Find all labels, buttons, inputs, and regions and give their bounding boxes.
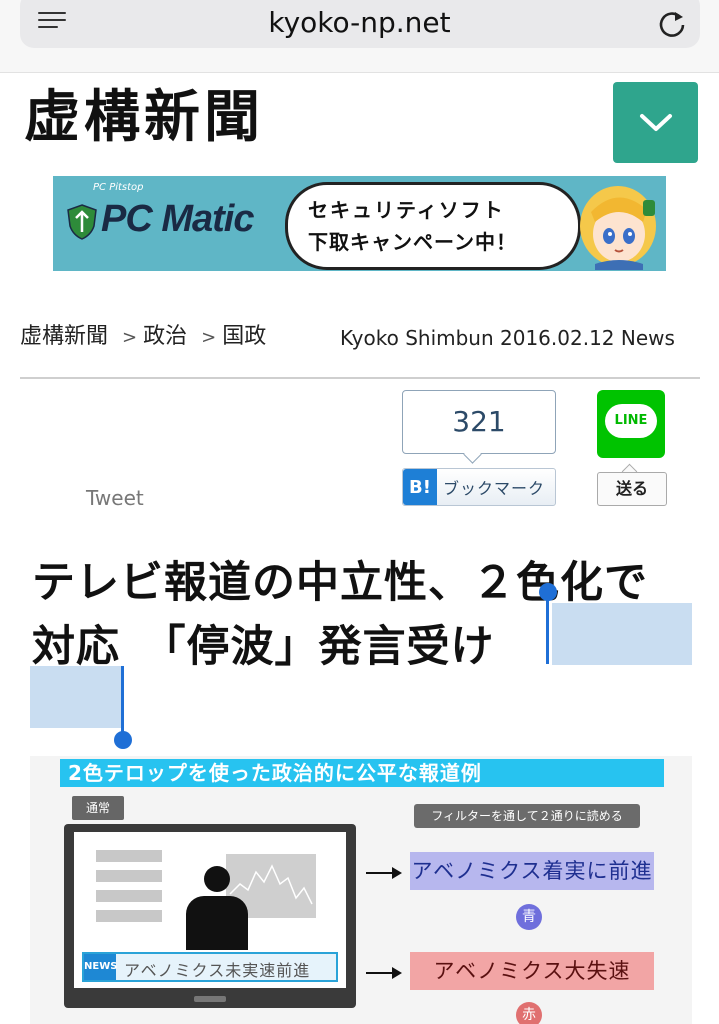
menu-toggle-button[interactable] — [613, 82, 698, 163]
text-selection-highlight — [552, 603, 692, 665]
tv-placeholder-line — [96, 850, 162, 862]
blue-reading: アベノミクス着実に前進 — [410, 852, 654, 890]
banner-line-1: セキュリティソフト — [308, 198, 505, 222]
selection-end-handle[interactable] — [121, 666, 124, 736]
tv-stand — [194, 996, 226, 1002]
banner-brand: PC Matic — [101, 198, 254, 240]
figure-normal-tag: 通常 — [72, 796, 124, 820]
banner-ad[interactable]: PC Pitstop PC Matic セキュリティソフト 下取キャンペーン中！ — [53, 176, 666, 271]
red-chip: 赤 — [516, 1002, 542, 1024]
hatena-b-icon: B! — [403, 469, 437, 505]
reload-icon[interactable] — [656, 8, 688, 40]
selection-start-handle[interactable] — [546, 594, 549, 664]
breadcrumb: 虚構新聞 > 政治 > 国政 — [20, 318, 266, 350]
figure-filter-note: フィルターを通して２通りに読める — [414, 804, 640, 828]
line-icon[interactable]: LINE — [597, 390, 665, 458]
shield-icon — [67, 204, 97, 240]
banner-line-2: 下取キャンペーン中！ — [308, 230, 517, 254]
article-headline-line-2: 対応 「停波」発言受け — [32, 622, 495, 672]
line-logo-text: LINE — [605, 404, 657, 438]
breadcrumb-national[interactable]: 国政 — [222, 324, 266, 349]
breadcrumb-separator: > — [201, 327, 217, 348]
tv-placeholder-line — [96, 890, 162, 902]
breadcrumb-separator: > — [122, 327, 138, 348]
figure-title: 2色テロップを使った政治的に公平な報道例 — [60, 759, 664, 787]
hatena-bookmark-label: ブックマーク — [443, 479, 546, 498]
browser-address-bar: kyoko-np.net — [0, 0, 719, 73]
breadcrumb-home[interactable]: 虚構新聞 — [20, 324, 108, 349]
article-byline: Kyoko Shimbun 2016.02.12 News — [340, 326, 675, 350]
chevron-down-icon — [639, 113, 672, 131]
news-tag: NEWS — [84, 954, 117, 980]
divider — [20, 377, 700, 379]
banner-brand-small: PC Pitstop — [93, 182, 144, 193]
hatena-bookmark-count[interactable]: 321 — [402, 390, 556, 454]
tv-illustration: NEWS アベノミクス未実速前進 — [64, 824, 356, 1008]
tv-screen: NEWS アベノミクス未実速前進 — [74, 832, 346, 988]
anchor-head — [204, 866, 230, 892]
blue-chip: 青 — [516, 904, 542, 930]
tweet-button[interactable]: Tweet — [86, 486, 144, 510]
url-text[interactable]: kyoko-np.net — [0, 6, 719, 39]
hatena-bookmark-button[interactable]: B! ブックマーク — [402, 468, 556, 506]
red-reading: アベノミクス大失速 — [410, 952, 654, 990]
tv-placeholder-line — [96, 910, 162, 922]
breadcrumb-politics[interactable]: 政治 — [143, 324, 187, 349]
article-headline-line-1: テレビ報道の中立性、２色化で — [32, 558, 648, 608]
arrow-right-icon — [366, 867, 402, 879]
mascot-illustration — [580, 186, 656, 270]
site-logo[interactable]: 虚構新聞 — [24, 82, 264, 152]
selection-end-knob[interactable] — [114, 731, 132, 749]
tv-caption-text: アベノミクス未実速前進 — [124, 961, 311, 980]
text-selection-highlight — [30, 666, 122, 728]
tv-placeholder-line — [96, 870, 162, 882]
arrow-right-icon — [366, 967, 402, 979]
tv-caption-bar: NEWS アベノミクス未実速前進 — [82, 952, 338, 982]
article-figure[interactable]: 2色テロップを使った政治的に公平な報道例 通常 NEWS アベノミクス未実速前進… — [30, 756, 692, 1024]
line-send-button[interactable]: 送る — [597, 472, 667, 506]
anchor-body — [186, 896, 248, 950]
selection-start-knob[interactable] — [539, 583, 557, 601]
